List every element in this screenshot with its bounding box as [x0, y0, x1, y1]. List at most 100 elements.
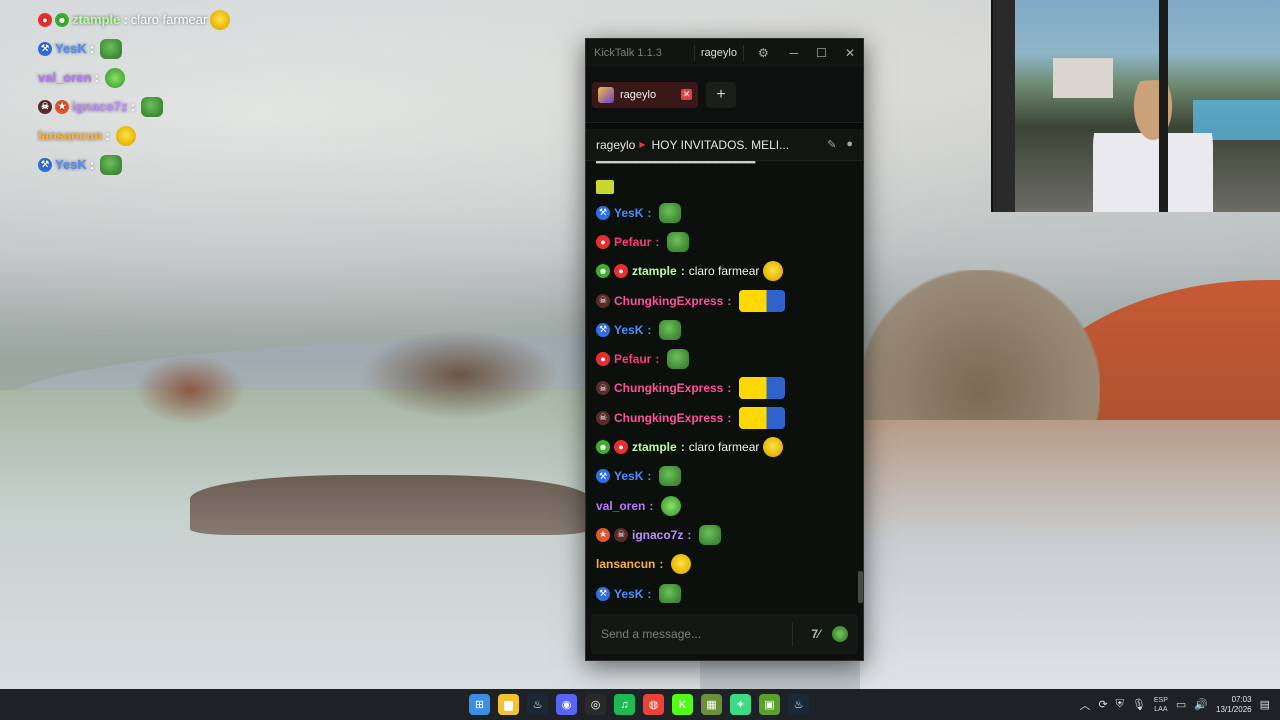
chat-message[interactable]: ● Pefaur: — [596, 227, 853, 256]
kiss-emote[interactable] — [661, 495, 682, 516]
chat-message[interactable]: ☠ ChungkingExpress: — [596, 286, 853, 315]
add-tab-button[interactable]: + — [706, 81, 736, 108]
steam-icon-2[interactable]: ♨ — [788, 694, 809, 715]
seven-tv-icon[interactable]: 7⁄ — [811, 627, 820, 641]
hammer-icon: ⚒ — [38, 157, 52, 172]
gear-icon[interactable]: ⚙ — [758, 46, 769, 60]
chat-username[interactable]: ChungkingExpress — [614, 411, 723, 425]
chat-message[interactable]: ⚒ YesK: — [596, 462, 853, 491]
game-icon[interactable]: ▦ — [701, 694, 722, 715]
chat-scrollbar[interactable] — [858, 571, 863, 603]
tab-close-icon[interactable]: ✕ — [681, 89, 692, 100]
chat-messages[interactable]: ━━━━━━━━━━━━━━━━━━━━━━━━ ⚒ YesK: ● Pefaur: ☻… — [586, 161, 863, 603]
pepe-emote[interactable] — [659, 466, 682, 487]
folder-emote — [596, 180, 614, 194]
kiss-emote[interactable] — [104, 67, 125, 88]
chat-username[interactable]: Pefaur — [614, 352, 651, 366]
chat-username[interactable]: YesK — [614, 206, 643, 220]
chat-message[interactable]: ☻ ● ztample: claro farmear — [596, 257, 853, 286]
pepe-emote[interactable] — [100, 38, 123, 59]
red-circle-icon: ● — [596, 352, 610, 367]
chat-message[interactable]: ● Pefaur: — [596, 344, 853, 373]
chat-message[interactable]: ⚒ YesK: — [596, 579, 853, 603]
chat-message[interactable]: lansancun: — [596, 550, 853, 579]
chat-username[interactable]: YesK — [614, 469, 643, 483]
chevron-up-icon[interactable]: ︿ — [1079, 697, 1090, 713]
webcam-wall — [993, 0, 1015, 212]
title-bar[interactable]: KickTalk 1.1.3 rageylo ⚙ ─ ☐ ✕ — [586, 39, 863, 67]
chat-username[interactable]: ChungkingExpress — [614, 381, 723, 395]
chrome-icon[interactable]: ◍ — [643, 694, 664, 715]
chat-separator: : — [687, 527, 692, 542]
wallpaper-trees — [360, 330, 560, 420]
yellow-emote[interactable] — [671, 554, 692, 575]
minecraft-icon[interactable]: ▣ — [759, 694, 780, 715]
file-explorer-icon[interactable]: ▆ — [498, 694, 519, 715]
volume-icon[interactable]: 🔊 — [1194, 698, 1208, 711]
shield-icon[interactable]: ⛨ — [1116, 698, 1124, 711]
chat-message[interactable]: ☠ ChungkingExpress: — [596, 374, 853, 403]
microphone-icon[interactable]: 🎙 — [1132, 698, 1146, 711]
overlay-message-text: claro farmear — [130, 12, 208, 27]
clock[interactable]: 07:03 13/1/2026 — [1216, 695, 1252, 715]
chat-message[interactable]: ☻ ● ztample: claro farmear — [596, 432, 853, 461]
chrome-dev-icon[interactable]: ◎ — [585, 694, 606, 715]
yellow-emote[interactable] — [763, 261, 784, 282]
tab-rageylo[interactable]: rageylo ✕ — [592, 81, 698, 108]
spotify-icon[interactable]: ♫ — [614, 694, 635, 715]
maximize-icon[interactable]: ☐ — [816, 46, 827, 60]
pepe-emote[interactable] — [699, 524, 722, 545]
hammer-icon: ⚒ — [38, 41, 52, 56]
hammer-icon: ⚒ — [596, 469, 610, 484]
pepe-emote[interactable] — [659, 202, 682, 223]
chat-message[interactable]: ⚒ YesK: — [596, 315, 853, 344]
minion-emote[interactable] — [739, 406, 786, 429]
chat-username[interactable]: ignaco7z — [632, 528, 683, 542]
minion-emote[interactable] — [739, 289, 786, 312]
yellow-emote[interactable] — [763, 437, 784, 458]
close-icon[interactable]: ✕ — [845, 46, 855, 60]
pepe-emote[interactable] — [667, 231, 690, 252]
chat-separator: : — [655, 352, 660, 367]
current-user-button[interactable]: rageylo — [693, 45, 744, 61]
pepe-emote[interactable] — [100, 154, 123, 175]
kick-icon[interactable]: K — [672, 694, 693, 715]
pepe-emote[interactable] — [667, 349, 690, 370]
sync-icon[interactable]: ⟳ — [1098, 698, 1107, 711]
minimize-icon[interactable]: ─ — [790, 46, 799, 60]
chat-message[interactable]: ☠ ChungkingExpress: — [596, 403, 853, 432]
chat-message[interactable]: ★ ☠ ignaco7z: — [596, 520, 853, 549]
chat-username[interactable]: ChungkingExpress — [614, 294, 723, 308]
pepe-emote[interactable] — [140, 96, 163, 117]
chat-username[interactable]: YesK — [614, 587, 643, 601]
emote-picker-icon[interactable] — [832, 626, 848, 642]
chat-separator: : — [647, 205, 652, 220]
pepe-emote[interactable] — [659, 583, 682, 603]
channel-name[interactable]: rageylo — [596, 138, 635, 152]
message-input[interactable] — [601, 627, 785, 641]
display-icon[interactable]: ▭ — [1176, 698, 1186, 711]
system-tray: ︿ ⟳ ⛨ 🎙 ESP LAA ▭ 🔊 07:03 13/1/2026 ▤ — [1079, 689, 1270, 720]
notifications-icon[interactable]: ▤ — [1260, 698, 1270, 711]
red-circle-icon: ● — [614, 264, 628, 279]
pepe-emote[interactable] — [659, 319, 682, 340]
yellow-emote[interactable] — [115, 125, 136, 146]
chat-username[interactable]: lansancun — [596, 557, 655, 571]
user-icon[interactable]: ● — [846, 138, 853, 151]
windows-start-icon[interactable]: ⊞ — [469, 694, 490, 715]
discord-icon[interactable]: ◉ — [556, 694, 577, 715]
pin-icon[interactable]: ✎ — [827, 138, 836, 151]
sub-icon: ★ — [596, 527, 610, 542]
input-language[interactable]: ESP LAA — [1154, 696, 1168, 714]
minion-emote[interactable] — [739, 377, 786, 400]
chat-username[interactable]: ztample — [632, 264, 677, 278]
chat-username[interactable]: Pefaur — [614, 235, 651, 249]
chat-message[interactable]: val_oren: — [596, 491, 853, 520]
chat-username[interactable]: val_oren — [596, 499, 645, 513]
android-icon[interactable]: ✦ — [730, 694, 751, 715]
chat-username[interactable]: YesK — [614, 323, 643, 337]
chat-username[interactable]: ztample — [632, 440, 677, 454]
chat-message[interactable]: ⚒ YesK: — [596, 198, 853, 227]
yellow-emote[interactable] — [210, 9, 231, 30]
steam-icon[interactable]: ♨ — [527, 694, 548, 715]
